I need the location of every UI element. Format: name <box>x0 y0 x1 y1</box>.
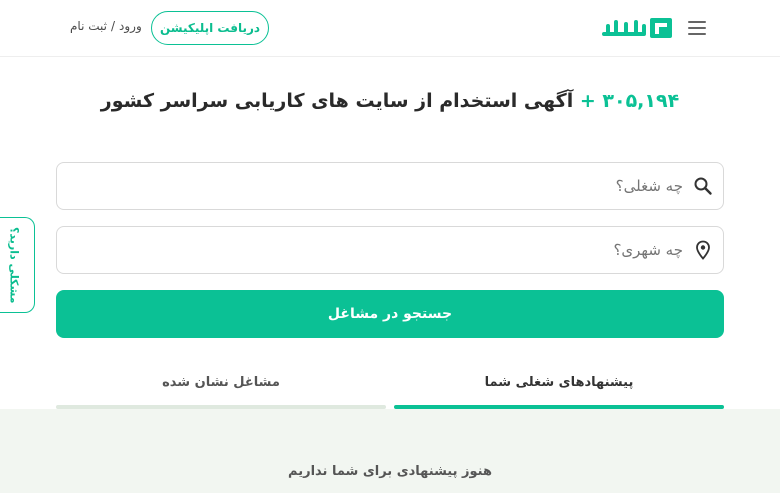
top-header: دریافت اپلیکیشن ورود/ثبت نام <box>0 0 780 57</box>
empty-state-message: هنوز پیشنهادی برای شما نداریم <box>288 464 492 479</box>
help-side-tab-label: مشکلی دارید؟ <box>7 226 21 304</box>
hamburger-menu-icon[interactable] <box>686 18 710 38</box>
logo-icon[interactable] <box>600 14 674 42</box>
signup-link[interactable]: ثبت نام <box>70 19 107 33</box>
auth-links: ورود/ثبت نام <box>70 19 142 33</box>
job-search-input[interactable] <box>67 163 687 209</box>
search-icon <box>694 177 712 195</box>
get-app-button[interactable]: دریافت اپلیکیشن <box>151 11 269 45</box>
help-side-tab[interactable]: مشکلی دارید؟ <box>0 217 35 313</box>
job-count: ۳۰۵,۱۹۴ <box>602 90 680 112</box>
search-jobs-button[interactable]: جستجو در مشاغل <box>56 290 724 338</box>
plus-sign: + <box>579 90 596 112</box>
city-search-field[interactable] <box>56 226 724 274</box>
headline-text: آگهی استخدام از سایت های کاریابی سراسر ک… <box>100 90 574 112</box>
tab-bookmarked-jobs[interactable]: مشاغل نشان شده <box>56 356 386 408</box>
auth-separator: / <box>110 19 116 33</box>
recommendations-panel <box>0 409 780 493</box>
login-link[interactable]: ورود <box>119 19 142 33</box>
city-search-input[interactable] <box>67 227 687 273</box>
tab-job-recommendations[interactable]: پیشنهادهای شغلی شما <box>394 356 724 408</box>
job-search-field[interactable] <box>56 162 724 210</box>
location-pin-icon <box>696 240 710 260</box>
page-headline: ۳۰۵,۱۹۴ + آگهی استخدام از سایت های کاریا… <box>0 90 780 112</box>
